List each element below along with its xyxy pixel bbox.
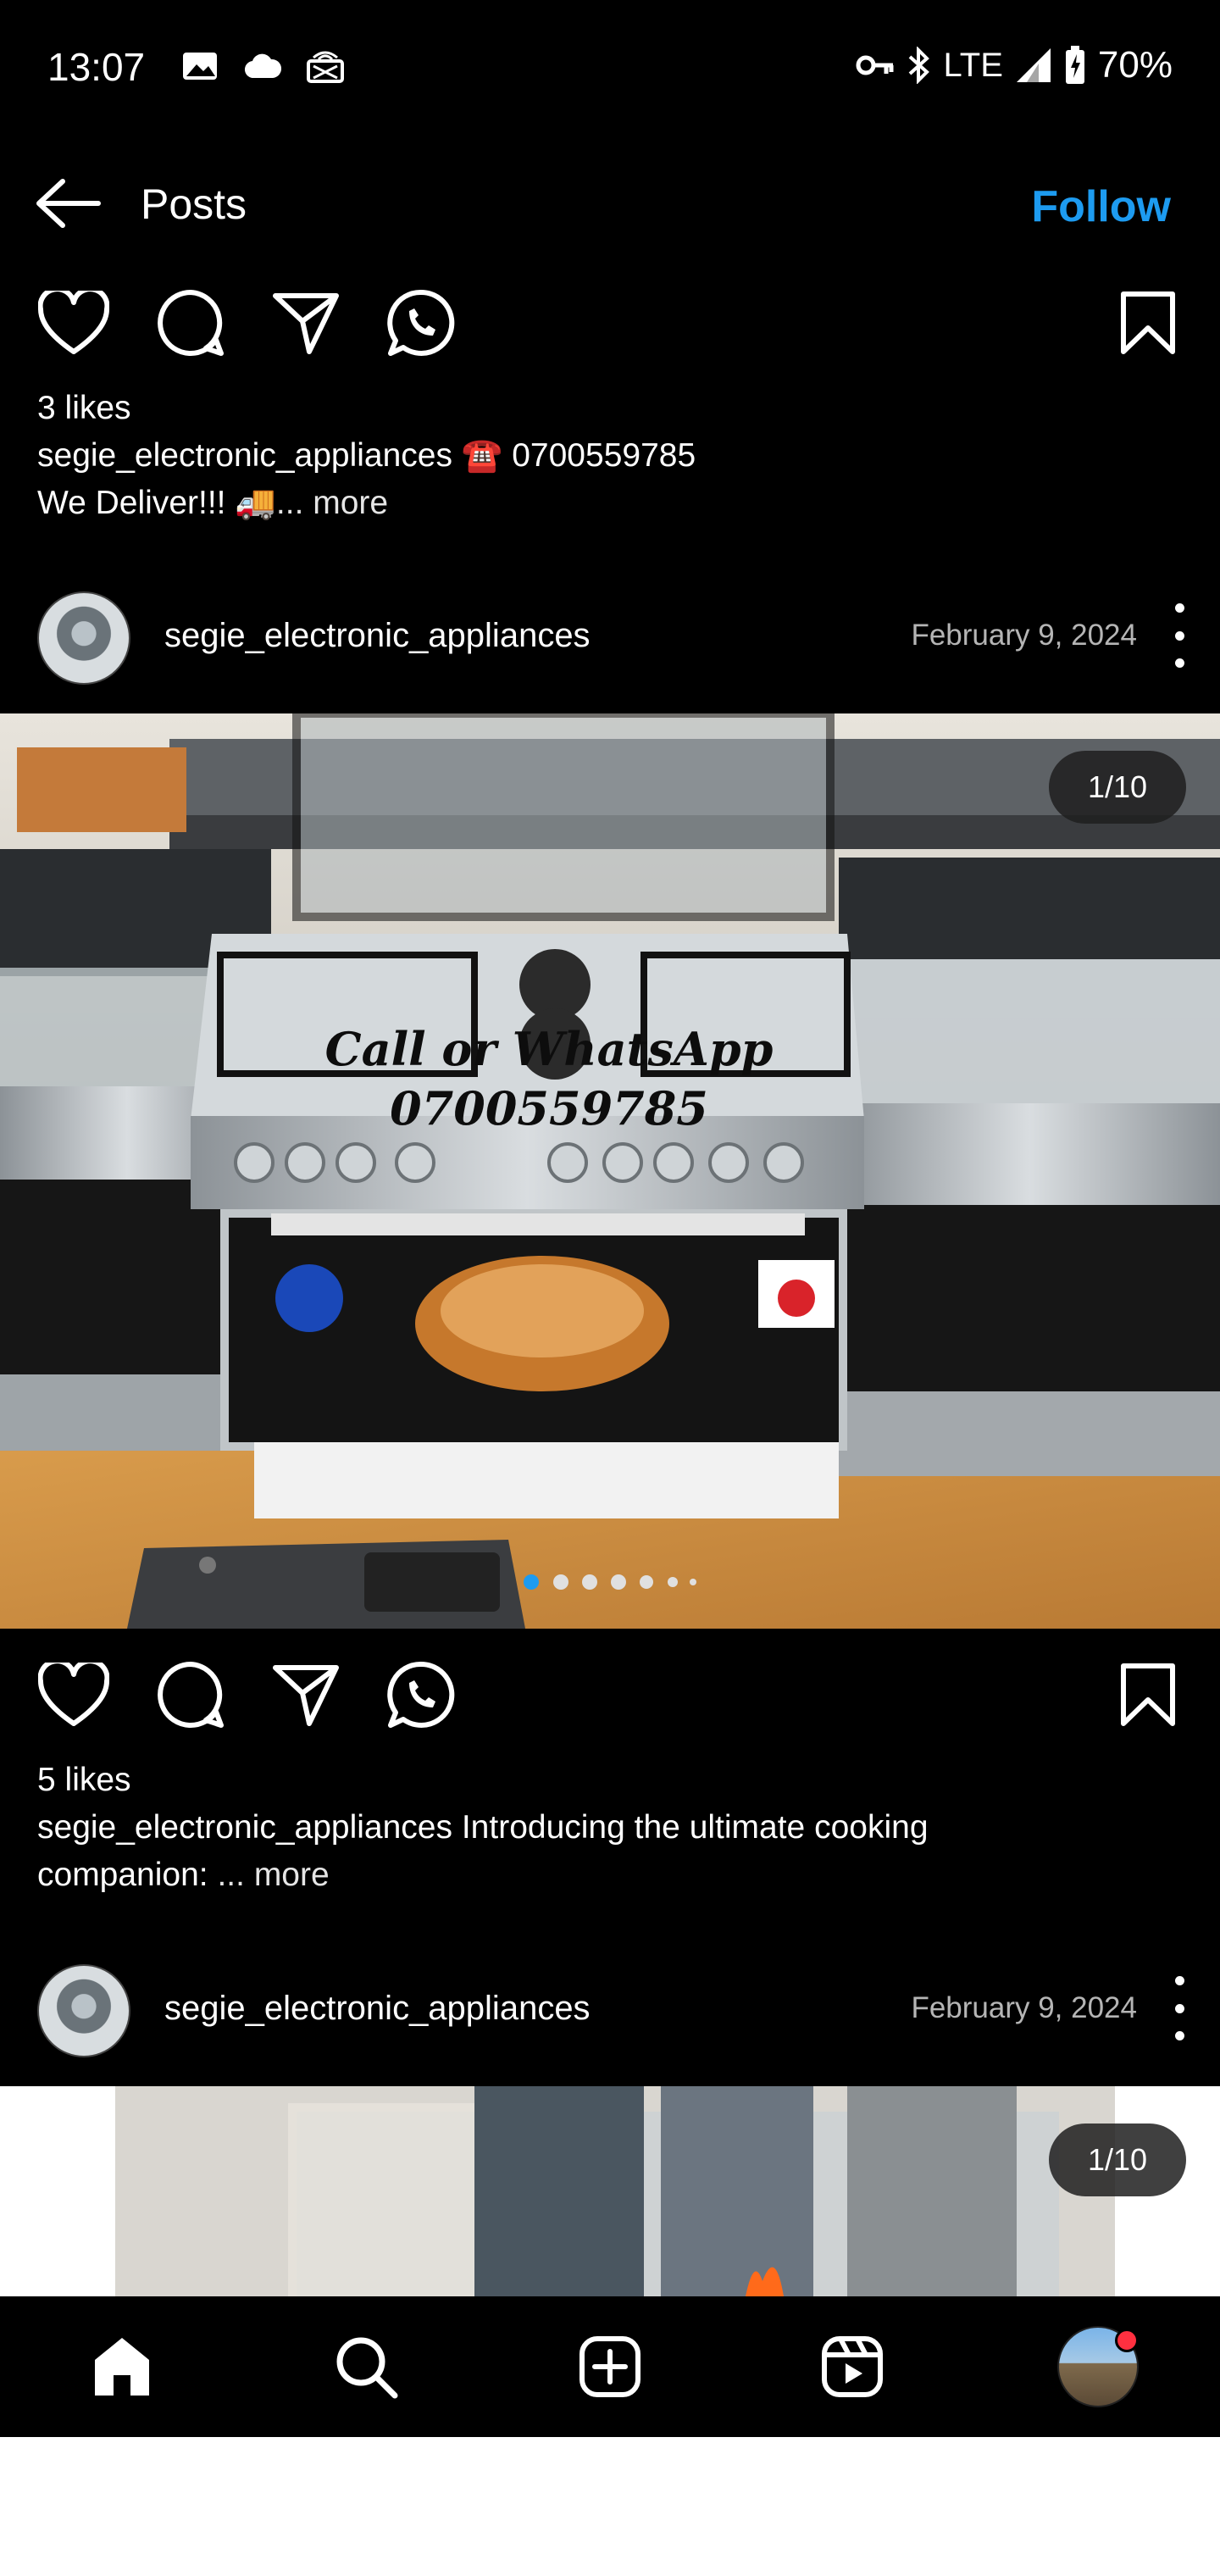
avatar[interactable] xyxy=(37,591,130,685)
app-header: Posts Follow xyxy=(0,161,1220,246)
likes-count[interactable]: 5 likes xyxy=(37,1757,1181,1804)
bluetooth-icon xyxy=(908,47,929,84)
post-date: February 9, 2024 xyxy=(911,619,1137,652)
post-username[interactable]: segie_electronic_appliances xyxy=(164,617,591,655)
caption-line-2: We Deliver!!! 🚚... more xyxy=(37,480,1181,527)
overlay-line-1: Call or WhatsApp xyxy=(325,1022,774,1076)
comment-icon[interactable] xyxy=(152,285,229,361)
caption-username[interactable]: segie_electronic_appliances xyxy=(37,437,452,474)
search-icon[interactable] xyxy=(325,2326,407,2407)
page-title: Posts xyxy=(141,180,247,228)
post-date: February 9, 2024 xyxy=(911,1991,1137,2024)
caption-text-2: We Deliver!!! 🚚 xyxy=(37,485,276,521)
home-icon[interactable] xyxy=(81,2326,163,2407)
image-counter: 1/10 xyxy=(1049,2124,1186,2196)
comment-icon[interactable] xyxy=(152,1657,229,1733)
battery-level: 70% xyxy=(1097,44,1173,86)
like-icon[interactable] xyxy=(36,1657,112,1733)
caption-text: Introducing the ultimate cooking xyxy=(461,1809,929,1846)
more-link[interactable]: ... more xyxy=(276,485,388,521)
status-bar: 13:07 LTE 70% xyxy=(0,0,1220,136)
avatar[interactable] xyxy=(37,1964,130,2057)
network-type: LTE xyxy=(943,46,1003,84)
post-2-image[interactable]: Call or WhatsApp 0700559785 1/10 xyxy=(0,713,1220,1629)
system-gesture-area xyxy=(0,2437,1220,2576)
battery-icon xyxy=(1065,46,1084,84)
status-right: LTE 70% xyxy=(856,44,1173,86)
more-options-icon[interactable] xyxy=(1169,603,1190,668)
caption-username[interactable]: segie_electronic_appliances xyxy=(37,1809,452,1846)
post-2-header: segie_electronic_appliances February 9, … xyxy=(0,585,1220,686)
cast-icon xyxy=(307,51,344,83)
bookmark-icon[interactable] xyxy=(1110,1657,1186,1733)
caption: segie_electronic_appliances Introducing … xyxy=(37,1804,1181,1852)
notification-dot xyxy=(1115,2329,1139,2352)
more-options-icon[interactable] xyxy=(1169,1976,1190,2040)
gallery-icon xyxy=(183,53,217,80)
post-2-actions xyxy=(0,1657,1220,1741)
post-3-header: segie_electronic_appliances February 9, … xyxy=(0,1957,1220,2059)
whatsapp-icon[interactable] xyxy=(383,285,459,361)
back-arrow-icon[interactable] xyxy=(34,176,102,230)
whatsapp-icon[interactable] xyxy=(383,1657,459,1733)
post-3-image[interactable]: 1/10 xyxy=(0,2086,1220,2296)
caption: segie_electronic_appliances ☎️ 070055978… xyxy=(37,432,1181,480)
cloud-icon xyxy=(245,53,281,79)
caption-text: ☎️ 0700559785 xyxy=(461,437,696,474)
reels-icon[interactable] xyxy=(812,2326,893,2407)
post-1-meta: 3 likes segie_electronic_appliances ☎️ 0… xyxy=(37,385,1181,527)
post-2-meta: 5 likes segie_electronic_appliances Intr… xyxy=(37,1757,1181,1899)
bottom-nav xyxy=(0,2296,1220,2437)
signal-icon xyxy=(1016,48,1051,82)
bookmark-icon[interactable] xyxy=(1110,285,1186,361)
more-link[interactable]: ... more xyxy=(208,1857,329,1893)
share-icon[interactable] xyxy=(268,285,344,361)
follow-button[interactable]: Follow xyxy=(1031,181,1171,232)
shop-photo xyxy=(115,2086,1115,2296)
status-time: 13:07 xyxy=(47,45,146,89)
vpn-key-icon xyxy=(856,55,894,75)
stove-photo: Call or WhatsApp 0700559785 xyxy=(0,713,1220,1629)
likes-count[interactable]: 3 likes xyxy=(37,385,1181,432)
caption-text-2: companion: xyxy=(37,1857,208,1893)
overlay-line-2: 0700559785 xyxy=(390,1081,708,1135)
create-icon[interactable] xyxy=(569,2326,651,2407)
post-1-actions xyxy=(0,285,1220,369)
image-counter: 1/10 xyxy=(1049,751,1186,824)
like-icon[interactable] xyxy=(36,285,112,361)
post-username[interactable]: segie_electronic_appliances xyxy=(164,1990,591,2028)
share-icon[interactable] xyxy=(268,1657,344,1733)
caption-line-2: companion: ... more xyxy=(37,1852,1181,1899)
status-left-icons xyxy=(181,49,344,83)
